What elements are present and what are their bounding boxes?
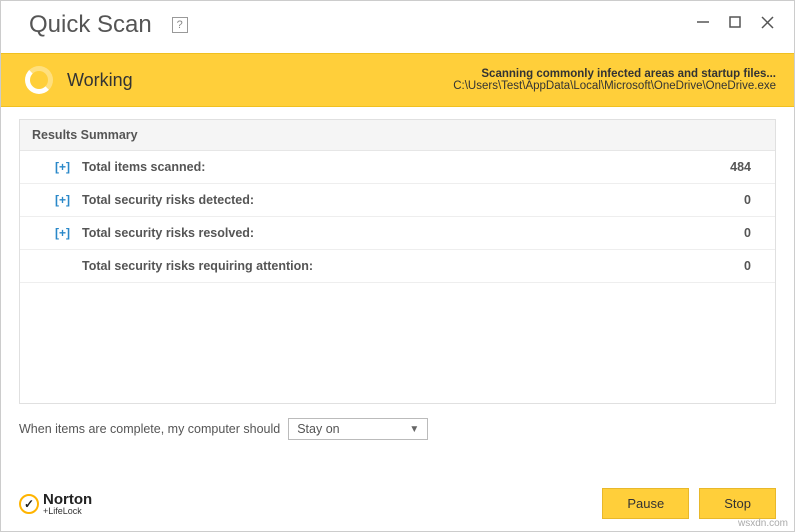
logo-subbrand: +LifeLock xyxy=(43,507,92,516)
spinner-icon xyxy=(25,66,53,94)
post-scan-action: When items are complete, my computer sho… xyxy=(1,404,794,440)
row-label: Total security risks detected: xyxy=(82,193,744,207)
row-label: Total security risks resolved: xyxy=(82,226,744,240)
row-label: Total items scanned: xyxy=(82,160,730,174)
row-value: 484 xyxy=(730,160,763,174)
action-selected: Stay on xyxy=(297,422,339,436)
row-value: 0 xyxy=(744,226,763,240)
row-value: 0 xyxy=(744,193,763,207)
action-prompt: When items are complete, my computer sho… xyxy=(19,422,280,436)
maximize-button[interactable] xyxy=(726,13,744,31)
scan-headline: Scanning commonly infected areas and sta… xyxy=(453,68,776,80)
logo-brand: Norton xyxy=(43,492,92,507)
expand-icon[interactable]: [+] xyxy=(32,226,82,240)
result-row-detected: [+] Total security risks detected: 0 xyxy=(20,184,775,217)
result-row-resolved: [+] Total security risks resolved: 0 xyxy=(20,217,775,250)
window-controls xyxy=(694,13,776,31)
pause-button[interactable]: Pause xyxy=(602,488,689,519)
chevron-down-icon: ▼ xyxy=(409,424,419,435)
page-title: Quick Scan xyxy=(29,11,152,39)
results-panel: Results Summary [+] Total items scanned:… xyxy=(19,119,776,404)
norton-logo: ✓ Norton +LifeLock xyxy=(19,492,92,516)
expand-icon[interactable]: [+] xyxy=(32,193,82,207)
expand-icon[interactable]: [+] xyxy=(32,160,82,174)
help-button[interactable]: ? xyxy=(172,17,188,33)
result-row-scanned: [+] Total items scanned: 484 xyxy=(20,151,775,184)
status-bar: Working Scanning commonly infected areas… xyxy=(1,53,794,107)
status-label: Working xyxy=(67,70,133,91)
minimize-button[interactable] xyxy=(694,13,712,31)
result-row-attention: [+] Total security risks requiring atten… xyxy=(20,250,775,283)
action-select[interactable]: Stay on ▼ xyxy=(288,418,428,440)
close-button[interactable] xyxy=(758,13,776,31)
row-value: 0 xyxy=(744,259,763,273)
results-blank-area xyxy=(20,283,775,403)
row-label: Total security risks requiring attention… xyxy=(82,259,744,273)
results-header: Results Summary xyxy=(20,120,775,151)
checkmark-icon: ✓ xyxy=(19,494,39,514)
stop-button[interactable]: Stop xyxy=(699,488,776,519)
watermark: wsxdn.com xyxy=(738,518,788,529)
scan-current-path: C:\Users\Test\AppData\Local\Microsoft\On… xyxy=(453,80,776,92)
